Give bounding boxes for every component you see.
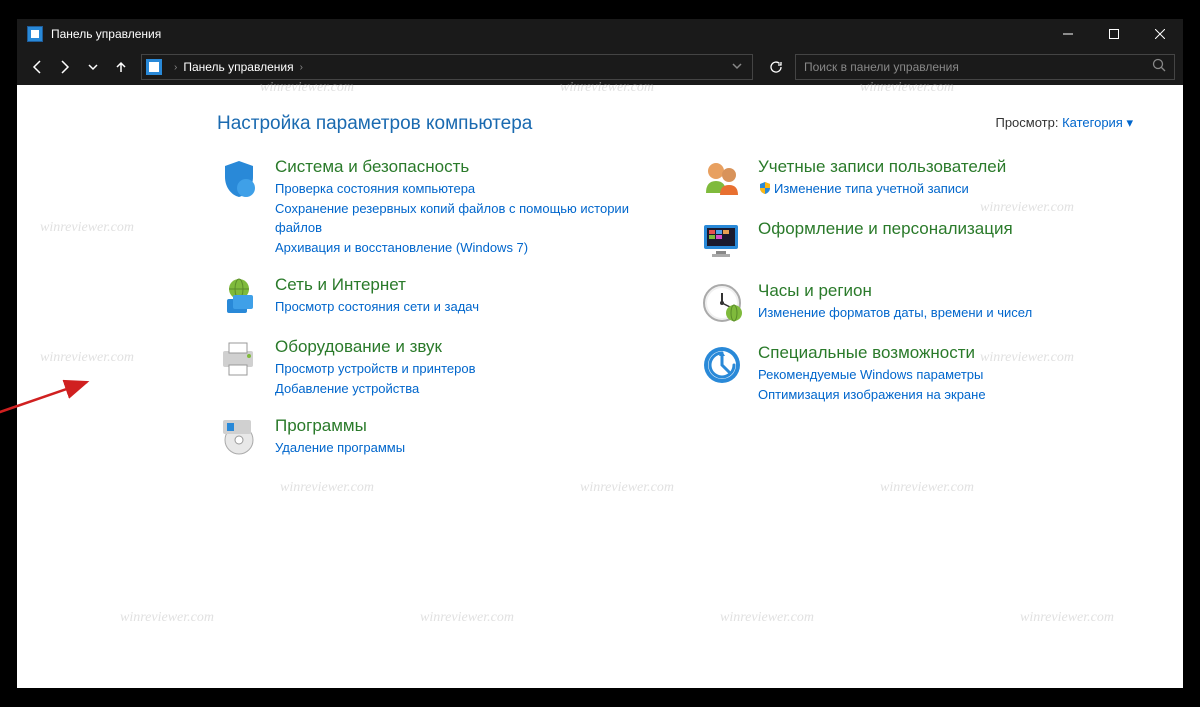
cat-title[interactable]: Программы xyxy=(275,416,660,436)
category-programs: Программы Удаление программы xyxy=(217,416,660,460)
category-system-security: Система и безопасность Проверка состояни… xyxy=(217,157,660,257)
search-box[interactable] xyxy=(795,54,1175,80)
users-icon xyxy=(700,157,744,201)
search-input[interactable] xyxy=(804,60,1152,74)
chevron-right-icon: › xyxy=(174,62,177,73)
up-button[interactable] xyxy=(109,55,133,79)
cat-title[interactable]: Часы и регион xyxy=(758,281,1143,301)
control-panel-icon xyxy=(27,26,43,42)
content-area: Настройка параметров компьютера Просмотр… xyxy=(17,85,1183,688)
printer-icon xyxy=(217,337,261,381)
maximize-button[interactable] xyxy=(1091,19,1137,49)
category-hardware-sound: Оборудование и звук Просмотр устройств и… xyxy=(217,337,660,398)
uac-shield-icon xyxy=(758,181,772,195)
address-dropdown[interactable] xyxy=(726,58,748,76)
cat-link[interactable]: Просмотр устройств и принтеров xyxy=(275,359,660,379)
shield-icon xyxy=(217,157,261,201)
cat-title[interactable]: Специальные возможности xyxy=(758,343,1143,363)
close-button[interactable] xyxy=(1137,19,1183,49)
cat-title[interactable]: Оформление и персонализация xyxy=(758,219,1143,239)
view-label: Просмотр: xyxy=(995,115,1058,130)
category-user-accounts: Учетные записи пользователей Изменение т… xyxy=(700,157,1143,201)
back-button[interactable] xyxy=(25,55,49,79)
forward-button[interactable] xyxy=(53,55,77,79)
cat-link[interactable]: Архивация и восстановление (Windows 7) xyxy=(275,238,660,258)
cat-title[interactable]: Учетные записи пользователей xyxy=(758,157,1143,177)
cat-link[interactable]: Сохранение резервных копий файлов с помо… xyxy=(275,199,660,238)
cat-title[interactable]: Оборудование и звук xyxy=(275,337,660,357)
recent-dropdown[interactable] xyxy=(81,55,105,79)
ease-of-access-icon xyxy=(700,343,744,387)
category-network-internet: Сеть и Интернет Просмотр состояния сети … xyxy=(217,275,660,319)
minimize-button[interactable] xyxy=(1045,19,1091,49)
refresh-button[interactable] xyxy=(761,54,791,80)
category-clock-region: Часы и регион Изменение форматов даты, в… xyxy=(700,281,1143,325)
window-title: Панель управления xyxy=(51,27,1045,41)
search-icon[interactable] xyxy=(1152,58,1166,77)
address-icon xyxy=(146,59,162,75)
programs-icon xyxy=(217,416,261,460)
cat-link[interactable]: Проверка состояния компьютера xyxy=(275,179,660,199)
cat-link[interactable]: Изменение форматов даты, времени и чисел xyxy=(758,303,1143,323)
cat-link[interactable]: Рекомендуемые Windows параметры xyxy=(758,365,1143,385)
chevron-right-icon[interactable]: › xyxy=(300,62,303,73)
cat-title[interactable]: Сеть и Интернет xyxy=(275,275,660,295)
cat-title[interactable]: Система и безопасность xyxy=(275,157,660,177)
address-bar[interactable]: › Панель управления › xyxy=(141,54,753,80)
nav-toolbar: › Панель управления › xyxy=(17,49,1183,85)
control-panel-window: Панель управления › Панель управления › … xyxy=(16,18,1184,689)
left-column: Система и безопасность Проверка состояни… xyxy=(217,157,660,478)
breadcrumb-root[interactable]: Панель управления xyxy=(183,60,293,74)
globe-network-icon xyxy=(217,275,261,319)
right-column: Учетные записи пользователей Изменение т… xyxy=(700,157,1143,478)
cat-link[interactable]: Оптимизация изображения на экране xyxy=(758,385,1143,405)
titlebar: Панель управления xyxy=(17,19,1183,49)
clock-icon xyxy=(700,281,744,325)
cat-link[interactable]: Просмотр состояния сети и задач xyxy=(275,297,660,317)
view-dropdown[interactable]: Категория ▾ xyxy=(1062,115,1133,130)
category-ease-of-access: Специальные возможности Рекомендуемые Wi… xyxy=(700,343,1143,404)
cat-link[interactable]: Добавление устройства xyxy=(275,379,660,399)
monitor-appearance-icon xyxy=(700,219,744,263)
category-appearance: Оформление и персонализация xyxy=(700,219,1143,263)
cat-link[interactable]: Удаление программы xyxy=(275,438,660,458)
annotation-arrow xyxy=(0,372,132,442)
cat-link[interactable]: Изменение типа учетной записи xyxy=(758,179,1143,199)
